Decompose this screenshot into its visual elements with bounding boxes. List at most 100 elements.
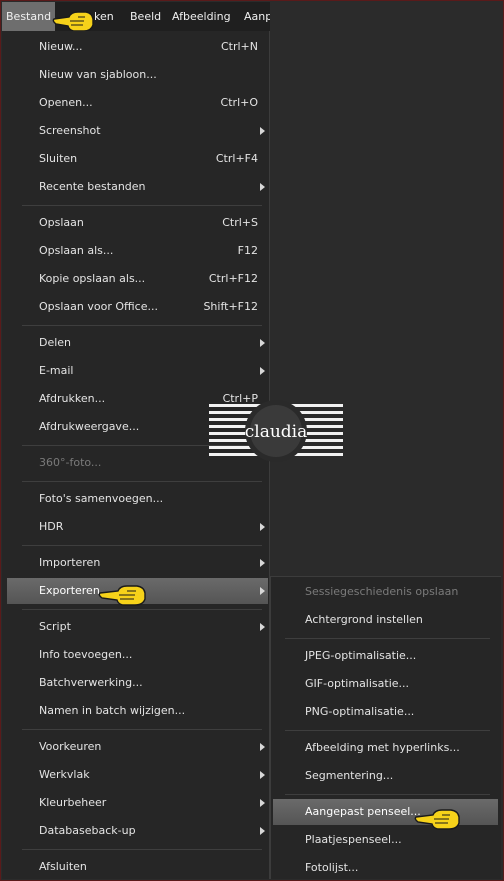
submenu-arrow-icon [260, 771, 265, 779]
menu-bewerken-label: ken [94, 10, 114, 23]
menu-item-werkvlak[interactable]: Werkvlak [7, 762, 268, 788]
submenu-arrow-icon [260, 623, 265, 631]
menu-item-label: Recente bestanden [39, 180, 146, 193]
menu-separator [22, 609, 262, 610]
menu-item-label: Opslaan als... [39, 244, 114, 257]
submenu-arrow-icon [260, 587, 265, 595]
menu-item-shortcut: Ctrl+N [220, 40, 258, 53]
menu-item-voorkeuren[interactable]: Voorkeuren [7, 734, 268, 760]
pointing-hand-icon [414, 809, 460, 830]
submenu-item-jpeg-optimalisatie[interactable]: JPEG-optimalisatie... [273, 643, 498, 669]
menu-separator [285, 730, 490, 731]
submenu-item-fotolijst[interactable]: Fotolijst... [273, 855, 498, 881]
menu-item-sluiten[interactable]: Sluiten Ctrl+F4 [7, 146, 268, 172]
menu-item-shortcut: Ctrl+O [220, 96, 258, 109]
menu-aanpassen[interactable]: Aanp [240, 2, 270, 31]
menu-item-label: Afsluiten [39, 860, 87, 873]
menu-item-script[interactable]: Script [7, 614, 268, 640]
menu-item-label: Werkvlak [39, 768, 90, 781]
menu-item-label: Segmentering... [305, 769, 394, 782]
menu-aanpassen-label: Aanp [244, 10, 270, 23]
menu-separator [22, 545, 262, 546]
menu-item-label: GIF-optimalisatie... [305, 677, 410, 690]
submenu-item-segmentering[interactable]: Segmentering... [273, 763, 498, 789]
submenu-item-png-optimalisatie[interactable]: PNG-optimalisatie... [273, 699, 498, 725]
watermark-logo: claudia [209, 400, 343, 462]
menu-item-namen-in-batch-wijzigen[interactable]: Namen in batch wijzigen... [7, 698, 268, 724]
submenu-item-plaatjespenseel[interactable]: Plaatjespenseel... [273, 827, 498, 853]
submenu-arrow-icon [260, 827, 265, 835]
menu-item-label: Voorkeuren [39, 740, 102, 753]
menu-item-shortcut: Ctrl+F4 [215, 152, 258, 165]
menu-item-label: Fotolijst... [305, 861, 359, 874]
menu-item-label: Databaseback-up [39, 824, 136, 837]
menu-item-fotos-samenvoegen[interactable]: Foto's samenvoegen... [7, 486, 268, 512]
menu-item-databaseback-up[interactable]: Databaseback-up [7, 818, 268, 844]
menu-item-importeren[interactable]: Importeren [7, 550, 268, 576]
menu-item-shortcut: Shift+F12 [203, 300, 258, 313]
menu-item-info-toevoegen[interactable]: Info toevoegen... [7, 642, 268, 668]
submenu-item-aangepast-penseel[interactable]: Aangepast penseel... [273, 799, 498, 825]
menu-item-label: Afdrukken... [39, 392, 106, 405]
submenu-item-gif-optimalisatie[interactable]: GIF-optimalisatie... [273, 671, 498, 697]
menu-item-kopie-opslaan-als[interactable]: Kopie opslaan als... Ctrl+F12 [7, 266, 268, 292]
watermark-text: claudia [245, 422, 308, 442]
submenu-arrow-icon [260, 799, 265, 807]
menu-item-label: Script [39, 620, 71, 633]
menu-bestand-label: Bestand [6, 10, 52, 23]
menu-item-label: Sluiten [39, 152, 78, 165]
menu-item-label: Importeren [39, 556, 101, 569]
menu-item-email[interactable]: E-mail [7, 358, 268, 384]
menu-item-label: Exporteren [39, 584, 100, 597]
submenu-arrow-icon [260, 183, 265, 191]
menu-beeld-label: Beeld [130, 10, 162, 23]
menu-item-shortcut: F12 [237, 244, 258, 257]
menu-item-label: PNG-optimalisatie... [305, 705, 415, 718]
menu-item-label: Opslaan [39, 216, 84, 229]
menu-item-label: Nieuw van sjabloon... [39, 68, 157, 81]
menu-item-label: Kopie opslaan als... [39, 272, 146, 285]
menu-separator [22, 729, 262, 730]
menu-item-nieuw-van-sjabloon[interactable]: Nieuw van sjabloon... [7, 62, 268, 88]
menu-item-label: Plaatjespenseel... [305, 833, 402, 846]
menu-item-label: HDR [39, 520, 64, 533]
menu-item-label: Afbeelding met hyperlinks... [305, 741, 460, 754]
menu-item-afsluiten[interactable]: Afsluiten [7, 854, 268, 880]
menu-item-label: Kleurbeheer [39, 796, 107, 809]
menu-bar: Bestand ken Beeld Afbeelding Aanp [2, 2, 270, 31]
menu-item-label: Foto's samenvoegen... [39, 492, 164, 505]
pointing-hand-icon [98, 585, 146, 606]
menu-separator [285, 794, 490, 795]
menu-item-opslaan[interactable]: Opslaan Ctrl+S [7, 210, 268, 236]
menu-bestand[interactable]: Bestand [2, 2, 56, 31]
menu-item-delen[interactable]: Delen [7, 330, 268, 356]
menu-item-screenshot[interactable]: Screenshot [7, 118, 268, 144]
menu-item-opslaan-als[interactable]: Opslaan als... F12 [7, 238, 268, 264]
menu-item-label: E-mail [39, 364, 74, 377]
menu-item-label: Achtergrond instellen [305, 613, 423, 626]
submenu-item-achtergrond-instellen[interactable]: Achtergrond instellen [273, 607, 498, 633]
menu-item-label: Aangepast penseel... [305, 805, 421, 818]
menu-item-nieuw[interactable]: Nieuw... Ctrl+N [7, 34, 268, 60]
menu-item-label: Screenshot [39, 124, 101, 137]
menu-item-kleurbeheer[interactable]: Kleurbeheer [7, 790, 268, 816]
menu-item-batchverwerking[interactable]: Batchverwerking... [7, 670, 268, 696]
menu-item-label: 360°-foto... [39, 456, 102, 469]
menu-separator [22, 325, 262, 326]
submenu-arrow-icon [260, 127, 265, 135]
menu-item-label: JPEG-optimalisatie... [305, 649, 417, 662]
submenu-arrow-icon [260, 367, 265, 375]
menu-item-hdr[interactable]: HDR [7, 514, 268, 540]
menu-afbeelding[interactable]: Afbeelding [168, 2, 235, 31]
menu-beeld[interactable]: Beeld [126, 2, 165, 31]
menu-item-label: Batchverwerking... [39, 676, 143, 689]
menu-item-label: Delen [39, 336, 72, 349]
menu-item-opslaan-voor-office[interactable]: Opslaan voor Office... Shift+F12 [7, 294, 268, 320]
menu-item-openen[interactable]: Openen... Ctrl+O [7, 90, 268, 116]
submenu-arrow-icon [260, 339, 265, 347]
menu-item-recente-bestanden[interactable]: Recente bestanden [7, 174, 268, 200]
submenu-item-afbeelding-met-hyperlinks[interactable]: Afbeelding met hyperlinks... [273, 735, 498, 761]
submenu-arrow-icon [260, 743, 265, 751]
menu-afbeelding-label: Afbeelding [172, 10, 231, 23]
menu-item-shortcut: Ctrl+F12 [208, 272, 258, 285]
